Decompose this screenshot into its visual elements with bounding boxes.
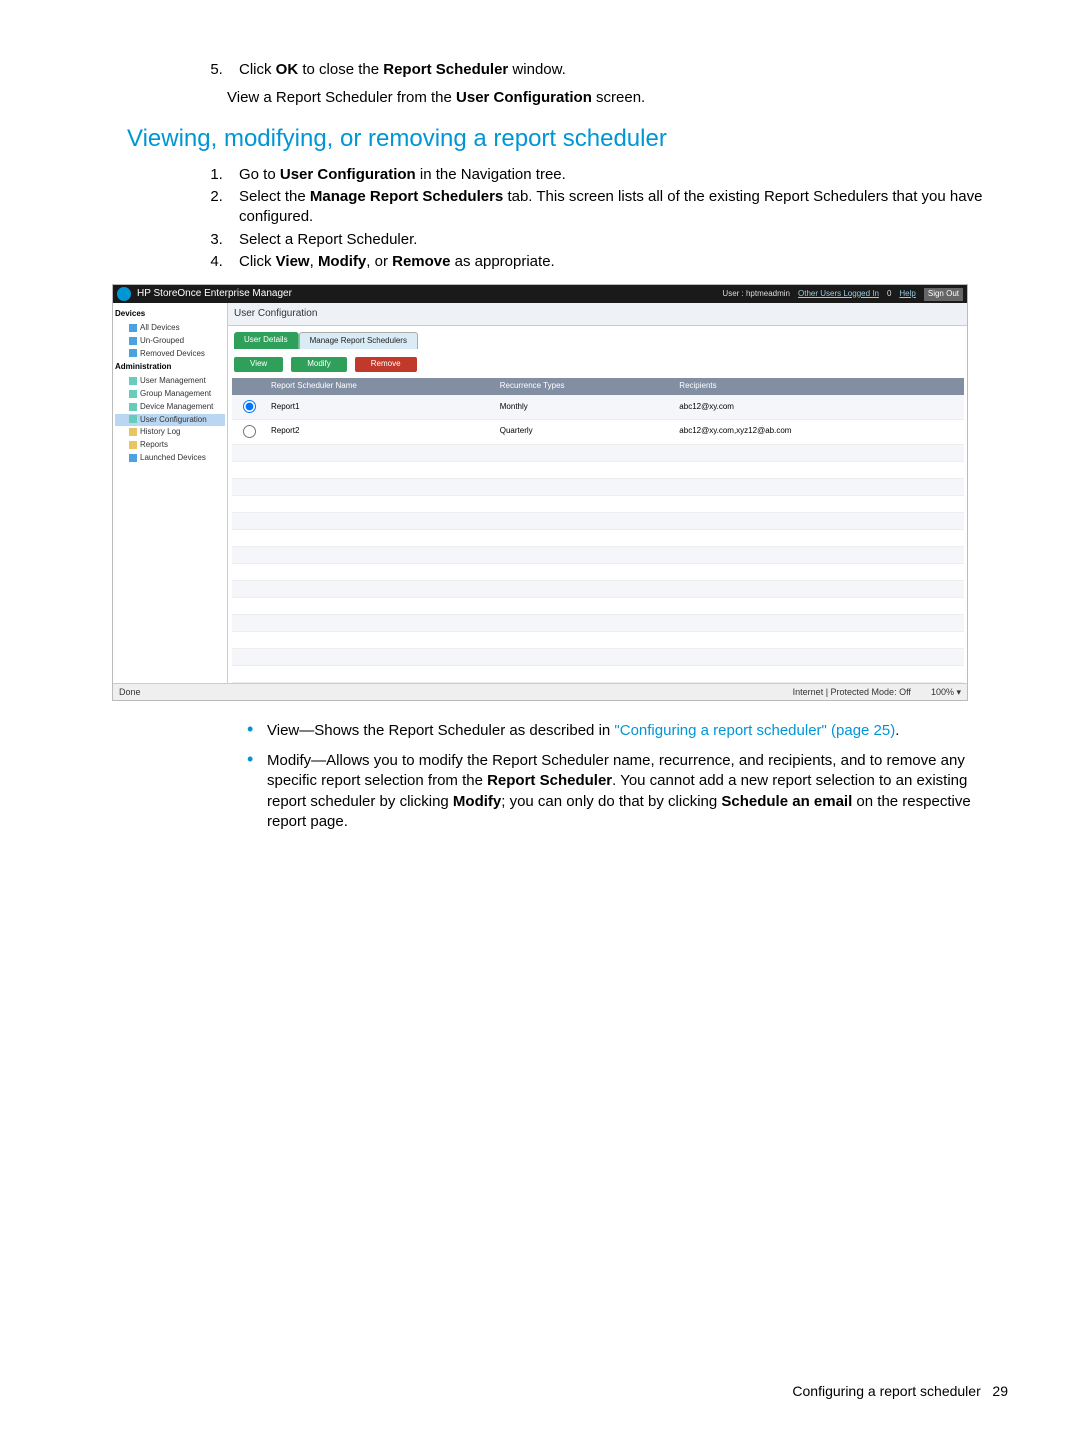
nav-removed-devices[interactable]: Removed Devices <box>115 348 225 361</box>
nav-device-management[interactable]: Device Management <box>115 401 225 414</box>
tab-user-details[interactable]: User Details <box>234 332 299 350</box>
table-row[interactable]: Report2 Quarterly abc12@xy.com,xyz12@ab.… <box>232 419 964 444</box>
xref-configuring-scheduler[interactable]: "Configuring a report scheduler" (page 2… <box>614 722 895 739</box>
status-security: Internet | Protected Mode: Off <box>793 687 911 697</box>
bullet-view: View—Shows the Report Scheduler as descr… <box>247 721 1008 741</box>
device-icon <box>129 337 137 345</box>
bullet-modify: Modify—Allows you to modify the Report S… <box>247 751 1008 832</box>
titlebar: HP StoreOnce Enterprise Manager User : h… <box>113 285 967 303</box>
col-select <box>232 378 265 395</box>
nav-user-management[interactable]: User Management <box>115 375 225 388</box>
nav-group-devices[interactable]: Devices <box>115 309 225 320</box>
step-3: Select a Report Scheduler. <box>227 230 1008 250</box>
step-1: Go to User Configuration in the Navigati… <box>227 165 1008 185</box>
nav-history-log[interactable]: History Log <box>115 426 225 439</box>
page-title: User Configuration <box>228 303 967 326</box>
step-4: Click View, Modify, or Remove as appropr… <box>227 252 1008 272</box>
device-icon <box>129 454 137 462</box>
remove-button[interactable]: Remove <box>355 357 417 372</box>
nav-all-devices[interactable]: All Devices <box>115 322 225 335</box>
status-left: Done <box>119 686 141 698</box>
step5-post: window. <box>508 61 566 78</box>
modify-button[interactable]: Modify <box>291 357 347 372</box>
nav-launched-devices[interactable]: Launched Devices <box>115 452 225 465</box>
status-zoom[interactable]: 100% <box>931 687 954 697</box>
device-icon <box>129 324 137 332</box>
step5-b2: Report Scheduler <box>383 61 508 78</box>
sign-out-button[interactable]: Sign Out <box>924 288 963 301</box>
nav-group-management[interactable]: Group Management <box>115 388 225 401</box>
other-users-link[interactable]: Other Users Logged In <box>798 289 879 300</box>
device-icon <box>129 403 137 411</box>
user-config-icon <box>129 415 137 423</box>
help-link[interactable]: Help <box>899 289 915 300</box>
user-label: User : hptmeadmin <box>722 289 790 300</box>
page-footer: Configuring a report scheduler 29 <box>72 1382 1008 1401</box>
section-heading: Viewing, modifying, or removing a report… <box>127 123 1008 155</box>
footer-label: Configuring a report scheduler <box>792 1383 980 1399</box>
row-radio[interactable] <box>243 425 256 438</box>
status-bar: Done Internet | Protected Mode: Off 100%… <box>113 683 967 700</box>
row-radio[interactable] <box>243 400 256 413</box>
scheduler-table: Report Scheduler Name Recurrence Types R… <box>232 378 964 682</box>
step5-pre: Click <box>239 61 276 78</box>
nav-tree: Devices All Devices Un-Grouped Removed D… <box>113 303 228 682</box>
device-icon <box>129 349 137 357</box>
nav-reports[interactable]: Reports <box>115 439 225 452</box>
step5-b1: OK <box>276 61 299 78</box>
user-icon <box>129 377 137 385</box>
hp-logo-icon <box>117 287 131 301</box>
para-view-scheduler: View a Report Scheduler from the User Co… <box>227 88 1008 108</box>
table-row[interactable]: Report1 Monthly abc12@xy.com <box>232 395 964 419</box>
tab-manage-report-schedulers[interactable]: Manage Report Schedulers <box>299 332 418 350</box>
step5-mid: to close the <box>298 61 383 78</box>
group-icon <box>129 390 137 398</box>
nav-user-configuration[interactable]: User Configuration <box>115 414 225 427</box>
col-recipients[interactable]: Recipients <box>673 378 963 395</box>
footer-page: 29 <box>992 1383 1008 1399</box>
report-icon <box>129 441 137 449</box>
col-recurrence[interactable]: Recurrence Types <box>494 378 674 395</box>
step-5: Click OK to close the Report Scheduler w… <box>227 60 1008 80</box>
nav-ungrouped[interactable]: Un-Grouped <box>115 335 225 348</box>
nav-group-admin[interactable]: Administration <box>115 362 225 373</box>
other-users-count: 0 <box>887 289 891 300</box>
log-icon <box>129 428 137 436</box>
col-name[interactable]: Report Scheduler Name <box>265 378 494 395</box>
app-title: HP StoreOnce Enterprise Manager <box>137 287 292 301</box>
app-screenshot: HP StoreOnce Enterprise Manager User : h… <box>112 284 968 701</box>
step-2: Select the Manage Report Schedulers tab.… <box>227 187 1008 228</box>
view-button[interactable]: View <box>234 357 283 372</box>
